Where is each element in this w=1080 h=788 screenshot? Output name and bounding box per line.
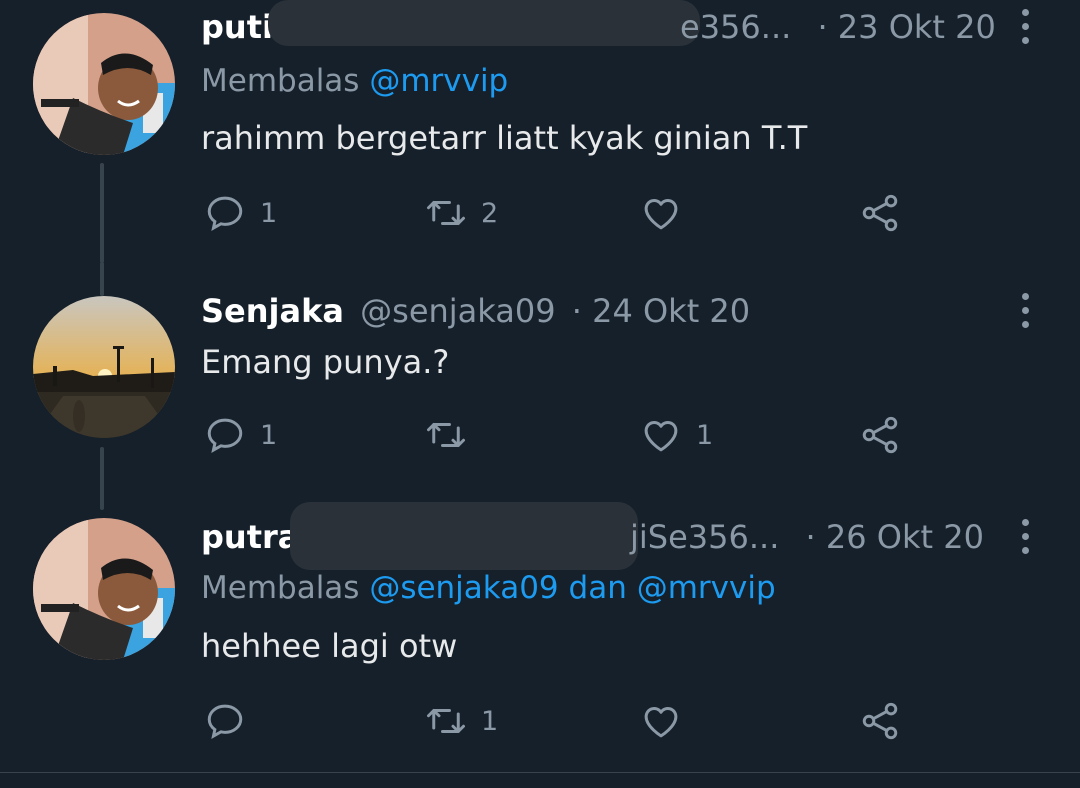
share-icon [862,702,898,740]
tweet-text: rahimm bergetarr liatt kyak ginian T.T [201,119,808,157]
retweet-button[interactable]: 1 [425,696,498,746]
reply-icon [207,196,243,231]
like-button[interactable] [640,696,696,746]
tweet-header-meta: e356... · 23 Okt 20 [680,7,996,47]
retweet-icon [427,201,465,225]
more-options-icon[interactable] [1016,516,1036,556]
like-button[interactable]: 1 [640,410,713,460]
reply-button[interactable]: 1 [204,188,277,238]
action-bar: 1 2 [0,188,1080,238]
heart-icon [644,199,678,230]
username[interactable]: @senjaka09 [360,292,555,330]
redaction-block [268,0,700,46]
reply-button[interactable] [204,696,260,746]
reply-context: Membalas @senjaka09 dan @mrvvip [201,568,776,608]
separator-dot: · [571,292,582,330]
timestamp[interactable]: 23 Okt 20 [838,8,996,46]
retweet-icon [427,709,465,733]
tweet-text: Emang punya.? [201,343,450,381]
tweet-header: puti [201,7,273,47]
tweet-header-meta: jiSe356... · 26 Okt 20 [630,517,984,557]
reply-count: 1 [260,197,278,229]
tweet[interactable]: putra jiSe356... · 26 Okt 20 Membalas @s… [0,502,1080,772]
tweet-header: putra [201,517,299,557]
more-options-icon[interactable] [1016,6,1036,46]
retweet-count: 1 [481,705,499,737]
thread-line [100,262,104,296]
separator-dot: · [805,518,816,556]
like-button[interactable] [640,188,696,238]
share-button[interactable] [858,410,902,460]
retweet-button[interactable]: 2 [425,188,498,238]
display-name[interactable]: putra [201,518,299,556]
share-icon [862,416,898,454]
mention-link[interactable]: @mrvvip [637,570,776,606]
reply-icon [207,418,243,453]
reply-context: Membalas @mrvvip [201,61,508,101]
divider [0,772,1080,773]
tweet-text: hehhee lagi otw [201,627,458,665]
username[interactable]: jiSe356... [630,518,779,556]
share-button[interactable] [858,696,902,746]
like-count: 1 [696,419,714,451]
share-button[interactable] [858,188,902,238]
avatar[interactable] [33,13,175,155]
tweet-header: Senjaka @senjaka09 · 24 Okt 20 [201,291,750,331]
username[interactable]: e356... [680,8,791,46]
separator-dot: · [817,8,828,46]
tweet[interactable]: Senjaka @senjaka09 · 24 Okt 20 Emang pun… [0,262,1080,510]
action-bar: 1 [0,696,1080,746]
more-options-icon[interactable] [1016,290,1036,330]
mention-joiner: dan [568,570,627,606]
reply-prefix: Membalas [201,570,360,606]
retweet-icon [427,423,465,447]
retweet-button[interactable] [425,410,481,460]
reply-count: 1 [260,419,278,451]
retweet-count: 2 [481,197,499,229]
share-icon [862,194,898,232]
redaction-block [290,502,638,570]
reply-button[interactable]: 1 [204,410,277,460]
heart-icon [644,421,678,452]
action-bar: 1 1 [0,410,1080,460]
avatar[interactable] [33,518,175,660]
tweet[interactable]: puti e356... · 23 Okt 20 Membalas @mrvvi… [0,0,1080,263]
reply-icon [207,704,243,739]
heart-icon [644,707,678,738]
timestamp[interactable]: 24 Okt 20 [592,292,750,330]
timestamp[interactable]: 26 Okt 20 [826,518,984,556]
mention-link[interactable]: @senjaka09 [369,570,558,606]
reply-prefix: Membalas [201,63,360,99]
display-name[interactable]: Senjaka [201,292,344,330]
display-name[interactable]: puti [201,8,273,46]
mention-link[interactable]: @mrvvip [369,63,508,99]
